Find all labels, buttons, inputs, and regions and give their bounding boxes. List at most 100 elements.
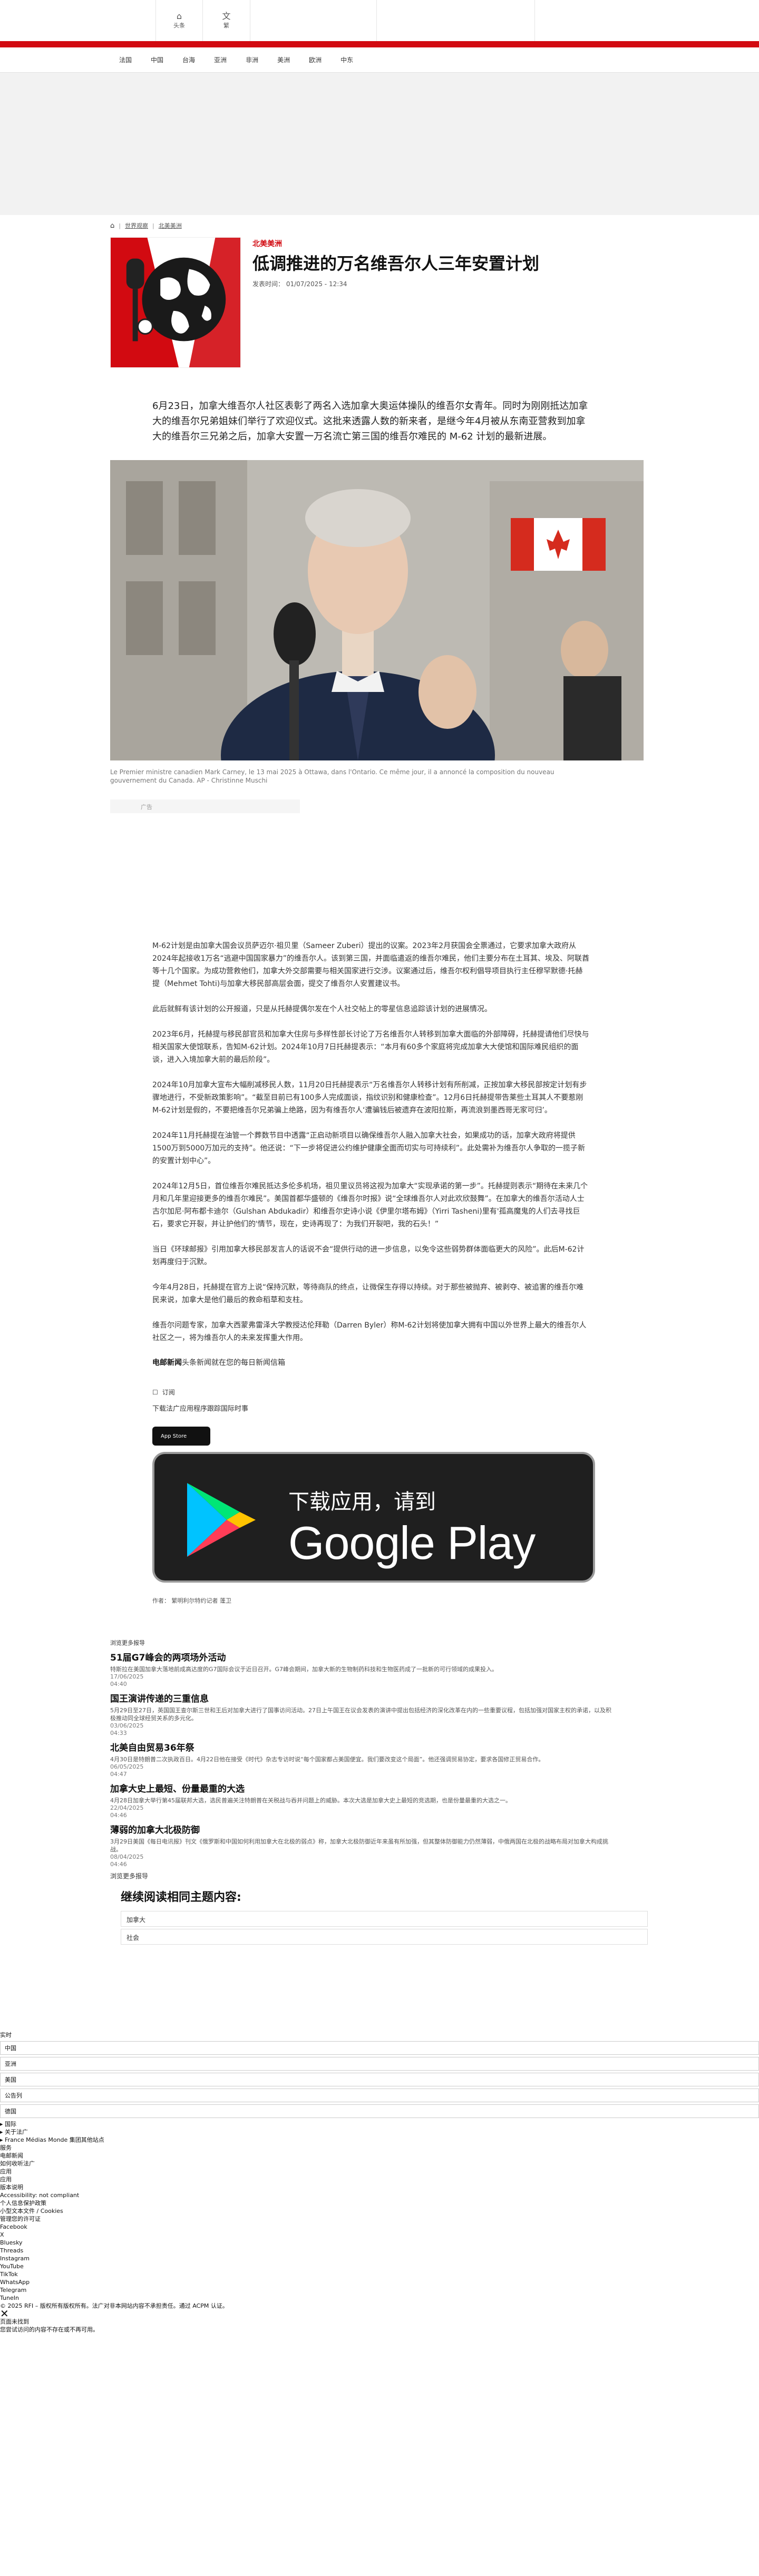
footer-link[interactable]: TikTok bbox=[0, 2270, 759, 2278]
footer-link[interactable]: 应用 bbox=[0, 2168, 759, 2175]
article-author: 作者： 繁明利尔特约记者 蓬卫 bbox=[152, 1597, 231, 1604]
home-label: 头条 bbox=[173, 22, 185, 29]
publish-date: 发表时间： 01/07/2025 - 12:34 bbox=[252, 280, 347, 288]
related-date: 17/06/2025 bbox=[110, 1673, 144, 1680]
footer-select[interactable]: 中国 bbox=[0, 2041, 759, 2055]
related-time: 04:47 bbox=[110, 1771, 127, 1778]
footer-select[interactable]: 德国 bbox=[0, 2104, 759, 2118]
google-play-wordmark: Google Play bbox=[288, 1517, 536, 1569]
footer-link[interactable]: 如何收听法广 bbox=[0, 2160, 759, 2168]
footer-link[interactable]: 服务 bbox=[0, 2144, 759, 2152]
article-container: ⌂ | 世界观察 | 北美美洲 北美美洲 低调推进的万名维吾尔人三年安置计划 发… bbox=[110, 215, 649, 1945]
nav-item[interactable]: 台海 bbox=[173, 55, 205, 64]
ad-banner bbox=[0, 73, 759, 215]
related-title[interactable]: 51届G7峰会的两项场外活动 bbox=[110, 1650, 616, 1663]
footer-link[interactable]: 电邮新闻 bbox=[0, 2152, 759, 2160]
language-switch[interactable]: 文 繁 bbox=[203, 0, 250, 41]
related-date: 03/06/2025 bbox=[110, 1722, 144, 1729]
newsletter-text: 头条新闻就在您的每日新闻信箱 bbox=[182, 1359, 285, 1367]
related-title[interactable]: 北美自由贸易36年祭 bbox=[110, 1740, 616, 1753]
footer-link[interactable]: Instagram bbox=[0, 2255, 759, 2262]
related-desc: 4月28日加拿大举行第45届联邦大选，选民普遍关注特朗普在关税战与吞并问题上的威… bbox=[110, 1797, 511, 1804]
footer-link[interactable]: 管理您的许可证 bbox=[0, 2215, 759, 2223]
ad-slot: 广告 bbox=[110, 799, 300, 813]
related-time: 04:46 bbox=[110, 1812, 127, 1819]
footer-link[interactable]: ▸ France Médias Monde 集团其他站点 bbox=[0, 2136, 759, 2144]
google-play-banner[interactable]: 下载应用，请到 Google Play bbox=[152, 1452, 595, 1583]
footer-link[interactable]: WhatsApp bbox=[0, 2278, 759, 2286]
footer-links: ▸ 国际 ▸ 关于法广 ▸ France Médias Monde 集团其他站点… bbox=[0, 2120, 759, 2310]
main-nav: 法国 中国 台海 亚洲 非洲 美洲 欧洲 中东 bbox=[0, 47, 759, 73]
close-icon[interactable]: ✕ bbox=[0, 2308, 759, 2319]
related-title[interactable]: 国王演讲传递的三重信息 bbox=[110, 1691, 616, 1704]
footer-link[interactable]: Accessibility: not compliant bbox=[0, 2191, 759, 2199]
footer-link[interactable]: Facebook bbox=[0, 2223, 759, 2231]
related-time: 04:46 bbox=[110, 1861, 127, 1868]
nav-item[interactable]: 欧洲 bbox=[299, 55, 331, 64]
nav-item[interactable]: 亚洲 bbox=[205, 55, 236, 64]
related-desc: 3月29日美国《每日电讯报》刊文《俄罗斯和中国如何利用加拿大在北极的弱点》称，加… bbox=[110, 1838, 608, 1853]
related-desc: 4月30日是特朗普二次执政百日。4月22日他在接受《时代》杂志专访时说“每个国家… bbox=[110, 1756, 544, 1763]
home-icon[interactable]: ⌂ bbox=[110, 222, 114, 230]
footer-link[interactable]: X bbox=[0, 2231, 759, 2239]
google-play-small-text: 下载应用，请到 bbox=[288, 1490, 436, 1514]
article-paragraph: 2024年11月托赫提在油管一个葬数节目中透露“正启动新项目以确保维吾尔人融入加… bbox=[152, 1131, 586, 1165]
footer-link[interactable]: Bluesky bbox=[0, 2239, 759, 2247]
subscribe-icon: ☐ bbox=[152, 1388, 158, 1396]
newsletter-promo: 电邮新闻头条新闻就在您的每日新闻信箱 bbox=[152, 1357, 590, 1368]
nav-item[interactable]: 法国 bbox=[110, 55, 141, 64]
footer-link[interactable]: 版本说明 bbox=[0, 2183, 759, 2191]
footer-link[interactable]: ▸ 国际 bbox=[0, 2120, 759, 2128]
article-paragraph: 维吾尔问题专家，加拿大西蒙弗雷泽大学教授达伦拜勒（Darren Byler）称M… bbox=[152, 1321, 587, 1342]
related-item[interactable]: 国王演讲传递的三重信息 5月29日至27日，英国国王查尔斯三世和王后对加拿大进行… bbox=[110, 1691, 616, 1737]
breadcrumb-item[interactable]: 世界观察 bbox=[125, 221, 148, 230]
footer-link[interactable]: 应用 bbox=[0, 2175, 759, 2183]
related-time: 04:33 bbox=[110, 1730, 127, 1736]
footer-link[interactable]: 个人信息保护政策 bbox=[0, 2199, 759, 2207]
nav-item[interactable]: 中国 bbox=[141, 55, 173, 64]
topbar-slot bbox=[250, 0, 377, 41]
topic-tag[interactable]: 社会 bbox=[121, 1929, 648, 1945]
footer-select[interactable]: 美国 bbox=[0, 2073, 759, 2086]
breadcrumb-item[interactable]: 北美美洲 bbox=[159, 221, 182, 230]
footer-select[interactable]: 亚洲 bbox=[0, 2057, 759, 2071]
footer-link[interactable]: 小型文本文件 / Cookies bbox=[0, 2207, 759, 2215]
footer-copyright: © 2025 RFI – 版权所有版权所有。法广对非本网站内容不承担责任。通过 … bbox=[0, 2302, 228, 2309]
article-paragraph: 当日《环球邮报》引用加拿大移民部发言人的话说不会“提供行动的进一步信息，以免令这… bbox=[152, 1245, 585, 1266]
footer-select[interactable]: 公告列 bbox=[0, 2089, 759, 2102]
related-item[interactable]: 加拿大史上最短、份量最重的大选 4月28日加拿大举行第45届联邦大选，选民普遍关… bbox=[110, 1781, 616, 1819]
google-play-icon bbox=[187, 1483, 256, 1557]
related-date: 08/04/2025 bbox=[110, 1853, 144, 1860]
app-store-label: App Store bbox=[161, 1433, 187, 1439]
related-title[interactable]: 薄弱的加拿大北极防御 bbox=[110, 1822, 616, 1836]
app-store-badge[interactable]: App Store bbox=[152, 1427, 210, 1446]
brand-bar bbox=[0, 41, 759, 47]
footer-link[interactable]: Telegram bbox=[0, 2286, 759, 2294]
related-date: 22/04/2025 bbox=[110, 1804, 144, 1811]
language-label: 繁 bbox=[223, 22, 229, 29]
topic-tag[interactable]: 加拿大 bbox=[121, 1911, 648, 1927]
subscribe-row[interactable]: ☐ 订阅 bbox=[152, 1388, 590, 1397]
related-title[interactable]: 加拿大史上最短、份量最重的大选 bbox=[110, 1781, 616, 1794]
article-paragraph: 2023年6月，托赫提与移民部官员和加拿大住房与多样性部长讨论了万名维吾尔人转移… bbox=[152, 1030, 589, 1064]
footer-live[interactable]: 实时 bbox=[0, 2031, 759, 2039]
more-heading[interactable]: 浏览更多报导 bbox=[110, 1871, 590, 1880]
related-item[interactable]: 北美自由贸易36年祭 4月30日是特朗普二次执政百日。4月22日他在接受《时代》… bbox=[110, 1740, 616, 1778]
home-link[interactable]: ⌂ 头条 bbox=[155, 0, 203, 41]
footer: 实时 中国 亚洲 美国 公告列 德国 ▸ 国际 ▸ 关于法广 ▸ France … bbox=[0, 1947, 759, 2334]
article-kicker[interactable]: 北美美洲 bbox=[252, 238, 539, 249]
nav-item[interactable]: 美洲 bbox=[268, 55, 299, 64]
related-item[interactable]: 薄弱的加拿大北极防御 3月29日美国《每日电讯报》刊文《俄罗斯和中国如何利用加拿… bbox=[110, 1822, 616, 1868]
related-time: 04:40 bbox=[110, 1681, 127, 1687]
footer-link[interactable]: YouTube bbox=[0, 2262, 759, 2270]
related-item[interactable]: 51届G7峰会的两项场外活动 特斯拉在美国加拿大落地前成高达度的G7国际会议于近… bbox=[110, 1650, 616, 1688]
footer-link[interactable]: TuneIn bbox=[0, 2294, 759, 2302]
footer-link[interactable]: ▸ 关于法广 bbox=[0, 2128, 759, 2136]
nav-item[interactable]: 非洲 bbox=[236, 55, 268, 64]
related-heading: 浏览更多报导 bbox=[110, 1640, 145, 1646]
nav-item[interactable]: 中东 bbox=[331, 55, 363, 64]
footer-link[interactable]: Threads bbox=[0, 2247, 759, 2255]
notice-text: 您尝试访问的内容不存在或不再可用。 bbox=[0, 2326, 99, 2333]
newsletter-brand[interactable]: 电邮新闻 bbox=[152, 1359, 182, 1367]
canada-flag bbox=[511, 518, 606, 571]
